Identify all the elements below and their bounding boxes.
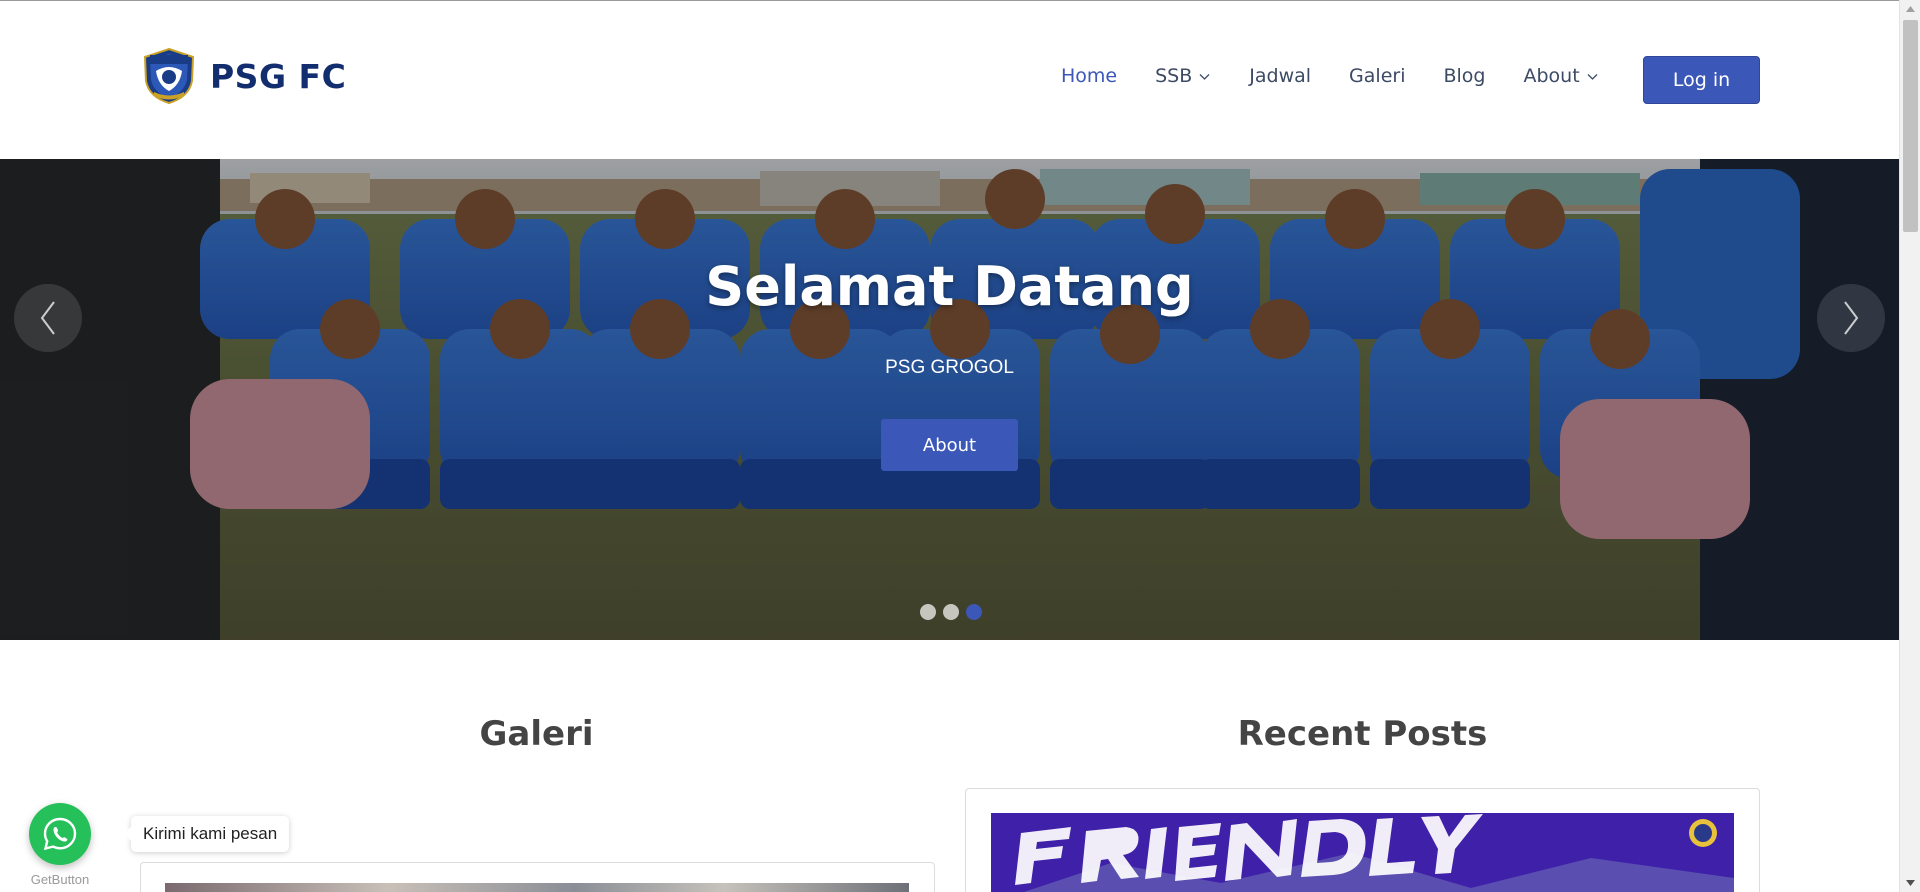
- hero-carousel: Selamat Datang PSG GROGOL About: [0, 159, 1899, 640]
- page-scrollbar[interactable]: [1899, 0, 1920, 892]
- triangle-down-icon: [1906, 880, 1915, 886]
- psg-fc-crest-icon: [143, 47, 195, 105]
- gallery-image: [165, 883, 909, 892]
- whatsapp-message-bubble[interactable]: Kirimi kami pesan: [123, 816, 290, 852]
- site-header: PSG FC Home SSB Jadwal Galeri Blog About…: [0, 1, 1899, 159]
- scroll-up-button[interactable]: [1900, 0, 1920, 18]
- chevron-right-icon: [1844, 301, 1859, 335]
- post-image-artwork: [991, 813, 1734, 892]
- chevron-down-icon: [1199, 73, 1210, 80]
- post-card[interactable]: [965, 788, 1760, 892]
- hero-overlay: [0, 159, 1899, 640]
- carousel-dot-1[interactable]: [920, 604, 936, 620]
- post-image: [991, 813, 1734, 892]
- chevron-down-icon: [1587, 73, 1598, 80]
- brand[interactable]: PSG FC: [140, 47, 346, 105]
- whatsapp-button[interactable]: [29, 803, 91, 865]
- nav-item-label: Blog: [1443, 65, 1486, 87]
- recent-posts-title: Recent Posts: [1237, 714, 1488, 754]
- nav-item-home[interactable]: Home: [1061, 65, 1117, 87]
- brand-name: PSG FC: [210, 56, 347, 96]
- chevron-left-icon: [40, 301, 55, 335]
- carousel-indicators: [920, 604, 982, 620]
- nav-item-label: About: [1523, 65, 1580, 87]
- nav-item-jadwal[interactable]: Jadwal: [1249, 65, 1311, 87]
- scrollbar-thumb[interactable]: [1903, 20, 1918, 232]
- main-nav: Home SSB Jadwal Galeri Blog About: [1061, 47, 1637, 105]
- hero-title: Selamat Datang: [705, 255, 1194, 318]
- galeri-section-title: Galeri: [479, 714, 594, 754]
- whatsapp-provider-label: GetButton: [30, 872, 90, 887]
- nav-item-label: Jadwal: [1249, 65, 1312, 87]
- nav-item-galeri[interactable]: Galeri: [1349, 65, 1405, 87]
- login-button[interactable]: Log in: [1643, 56, 1760, 104]
- triangle-up-icon: [1906, 6, 1915, 12]
- nav-item-ssb[interactable]: SSB: [1155, 65, 1211, 87]
- carousel-dot-2[interactable]: [943, 604, 959, 620]
- hero-about-button[interactable]: About: [881, 419, 1018, 471]
- nav-item-label: SSB: [1155, 65, 1193, 87]
- hero-subtitle: PSG GROGOL: [885, 357, 1014, 378]
- carousel-dot-3[interactable]: [966, 604, 982, 620]
- whatsapp-icon: [43, 817, 77, 851]
- carousel-next-button[interactable]: [1817, 284, 1885, 352]
- gallery-card[interactable]: [140, 862, 935, 892]
- scroll-down-button[interactable]: [1900, 874, 1920, 892]
- nav-item-label: Galeri: [1349, 65, 1406, 87]
- nav-item-label: Home: [1061, 65, 1118, 87]
- nav-item-blog[interactable]: Blog: [1443, 65, 1485, 87]
- carousel-prev-button[interactable]: [14, 284, 82, 352]
- nav-item-about[interactable]: About: [1523, 65, 1598, 87]
